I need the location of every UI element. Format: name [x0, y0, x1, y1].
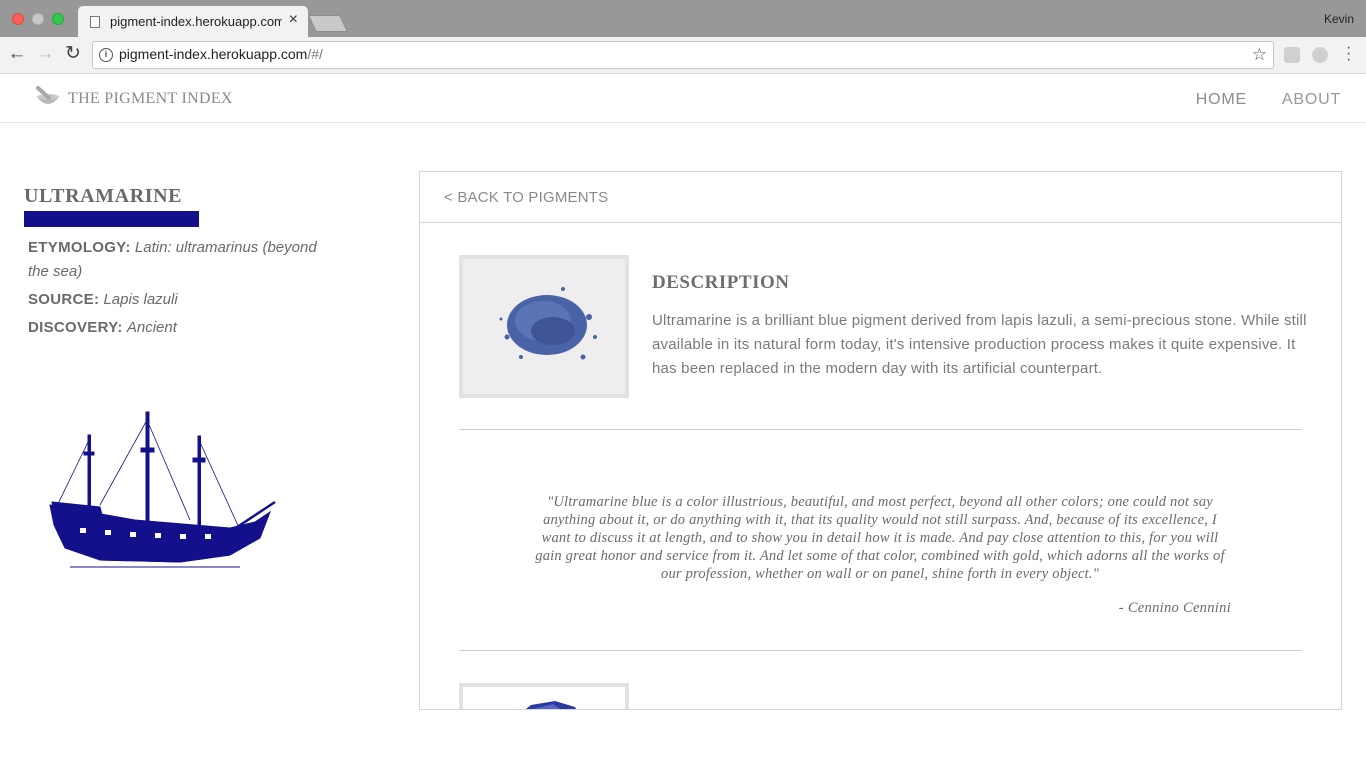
panel-header: < BACK TO PIGMENTS	[420, 172, 1341, 223]
discovery-fact: DISCOVERY: Ancient	[28, 319, 177, 336]
browser-tab[interactable]: pigment-index.herokuapp.com/#/ ×	[78, 6, 308, 37]
nav-home-link[interactable]: HOME	[1196, 91, 1247, 109]
minimize-window-button[interactable]	[32, 13, 44, 25]
new-tab-button[interactable]	[308, 15, 348, 32]
close-window-button[interactable]	[12, 13, 24, 25]
maximize-window-button[interactable]	[52, 13, 64, 25]
browser-toolbar: ← → ↻ i pigment-index.herokuapp.com/#/ ☆…	[0, 37, 1366, 74]
color-swatch	[24, 211, 199, 227]
back-icon[interactable]: ←	[6, 43, 28, 65]
sailing-ship-illustration	[49, 411, 276, 568]
site-header: THE PIGMENT INDEX HOME ABOUT	[0, 75, 1366, 123]
section-divider	[459, 429, 1302, 430]
tab-title: pigment-index.herokuapp.com/#/	[110, 14, 282, 29]
info-icon[interactable]: i	[99, 48, 113, 62]
reload-icon[interactable]: ↻	[62, 43, 84, 65]
nav-about-link[interactable]: ABOUT	[1282, 91, 1341, 109]
quote-author: - Cennino Cennini	[1118, 600, 1231, 616]
site-logo-text[interactable]: THE PIGMENT INDEX	[68, 90, 233, 108]
url-text[interactable]: pigment-index.herokuapp.com/#/	[119, 46, 323, 62]
bookmark-star-icon[interactable]: ☆	[1252, 45, 1267, 65]
browser-tab-bar: pigment-index.herokuapp.com/#/ × Kevin	[0, 0, 1366, 37]
address-bar[interactable]: i pigment-index.herokuapp.com/#/ ☆	[92, 41, 1274, 69]
pigment-detail-panel: < BACK TO PIGMENTS DESCRIPTION Ultramari…	[419, 171, 1342, 710]
extension-icon[interactable]	[1284, 47, 1300, 63]
menu-icon[interactable]: · · ·	[1346, 40, 1352, 68]
page-icon	[90, 16, 100, 28]
forward-icon[interactable]: →	[34, 43, 56, 65]
pigment-name: ULTRAMARINE	[24, 185, 183, 207]
description-heading: DESCRIPTION	[652, 272, 790, 293]
tab-close-icon[interactable]: ×	[289, 11, 298, 29]
profile-name[interactable]: Kevin	[1324, 12, 1354, 26]
lapis-stone-photo[interactable]	[459, 683, 629, 709]
source-fact: SOURCE: Lapis lazuli	[28, 291, 178, 308]
etymology-fact: ETYMOLOGY: Latin: ultramarinus (beyond t…	[28, 239, 317, 280]
pigment-facts: ETYMOLOGY: Latin: ultramarinus (beyond t…	[28, 236, 328, 344]
historical-quote: "Ultramarine blue is a color illustrious…	[535, 494, 1225, 582]
pigment-powder-photo[interactable]	[459, 255, 629, 398]
mortar-pestle-icon[interactable]	[34, 85, 62, 113]
back-to-pigments-link[interactable]: < BACK TO PIGMENTS	[444, 189, 608, 206]
extension-icon[interactable]	[1312, 47, 1328, 63]
section-divider	[459, 650, 1302, 651]
description-text: Ultramarine is a brilliant blue pigment …	[652, 312, 1307, 377]
